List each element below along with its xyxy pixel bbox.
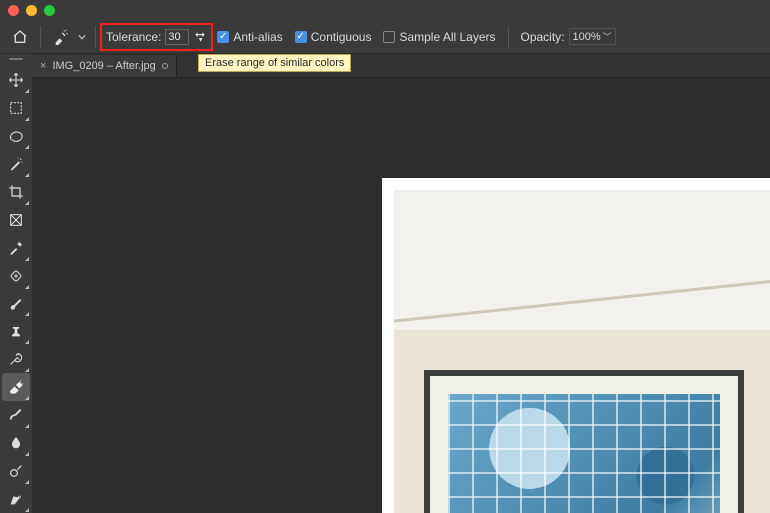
gradient-tool[interactable] bbox=[2, 401, 30, 429]
pen-tool[interactable] bbox=[2, 485, 30, 513]
divider bbox=[40, 26, 41, 48]
spot-healing-tool[interactable] bbox=[2, 262, 30, 290]
close-window-button[interactable] bbox=[8, 5, 19, 16]
options-bar: Tolerance: ✓ Anti-alias ✓ Contiguous Sam… bbox=[0, 20, 770, 54]
tab-status-indicator bbox=[162, 63, 168, 69]
image-ceiling-region bbox=[394, 190, 770, 330]
eyedropper-tool[interactable] bbox=[2, 234, 30, 262]
sample-all-layers-checkbox[interactable] bbox=[383, 31, 395, 43]
scrub-cursor-icon bbox=[193, 30, 207, 44]
document-tab-label: IMG_0209 – After.jpg bbox=[52, 60, 155, 72]
sample-all-layers-option[interactable]: Sample All Layers bbox=[383, 30, 495, 44]
chevron-down-icon bbox=[78, 33, 86, 41]
antialias-label: Anti-alias bbox=[233, 30, 282, 44]
frame-tool[interactable] bbox=[2, 206, 30, 234]
image-picture-mat bbox=[430, 376, 738, 513]
home-button[interactable] bbox=[6, 23, 34, 51]
brush-tool[interactable] bbox=[2, 290, 30, 318]
tolerance-group-highlight: Tolerance: bbox=[102, 25, 211, 49]
magic-eraser-preset-icon bbox=[53, 29, 69, 45]
blur-tool[interactable] bbox=[2, 429, 30, 457]
tolerance-label: Tolerance: bbox=[106, 30, 161, 44]
clone-stamp-tool[interactable] bbox=[2, 317, 30, 345]
minimize-window-button[interactable] bbox=[26, 5, 37, 16]
contiguous-label: Contiguous bbox=[311, 30, 372, 44]
home-icon bbox=[12, 29, 28, 45]
canvas-workspace[interactable] bbox=[32, 78, 770, 513]
tool-preset-caret[interactable] bbox=[75, 23, 89, 51]
divider bbox=[508, 26, 509, 48]
opacity-value: 100% bbox=[573, 31, 601, 43]
dodge-tool[interactable] bbox=[2, 457, 30, 485]
document-tab-bar: × IMG_0209 – After.jpg bbox=[32, 54, 770, 78]
zoom-window-button[interactable] bbox=[44, 5, 55, 16]
eraser-tool[interactable] bbox=[2, 373, 30, 401]
close-tab-button[interactable]: × bbox=[40, 60, 46, 72]
move-tool[interactable] bbox=[2, 66, 30, 94]
image-picture-frame bbox=[424, 370, 744, 513]
sample-all-layers-label: Sample All Layers bbox=[399, 30, 495, 44]
lasso-tool[interactable] bbox=[2, 122, 30, 150]
panel-drag-handle[interactable] bbox=[9, 58, 23, 60]
tolerance-input[interactable] bbox=[165, 29, 189, 45]
antialias-option[interactable]: ✓ Anti-alias bbox=[217, 30, 282, 44]
tool-preset-button[interactable] bbox=[47, 23, 75, 51]
history-brush-tool[interactable] bbox=[2, 345, 30, 373]
document-tab[interactable]: × IMG_0209 – After.jpg bbox=[32, 55, 177, 77]
magic-wand-tool[interactable] bbox=[2, 150, 30, 178]
tolerance-tooltip: Erase range of similar colors bbox=[198, 54, 351, 72]
contiguous-option[interactable]: ✓ Contiguous bbox=[295, 30, 372, 44]
opacity-input[interactable]: 100% ﹀ bbox=[569, 28, 616, 45]
tooltip-text: Erase range of similar colors bbox=[205, 57, 344, 69]
document-canvas[interactable] bbox=[382, 178, 770, 513]
divider bbox=[95, 26, 96, 48]
marquee-tool[interactable] bbox=[2, 94, 30, 122]
image-picture-art bbox=[448, 394, 720, 513]
image-content bbox=[394, 190, 770, 513]
contiguous-checkbox[interactable]: ✓ bbox=[295, 31, 307, 43]
titlebar bbox=[0, 0, 770, 20]
opacity-label: Opacity: bbox=[521, 30, 565, 44]
antialias-checkbox[interactable]: ✓ bbox=[217, 31, 229, 43]
chevron-down-icon: ﹀ bbox=[603, 30, 612, 43]
tools-panel bbox=[0, 54, 32, 513]
opacity-option: Opacity: 100% ﹀ bbox=[521, 28, 616, 45]
crop-tool[interactable] bbox=[2, 178, 30, 206]
